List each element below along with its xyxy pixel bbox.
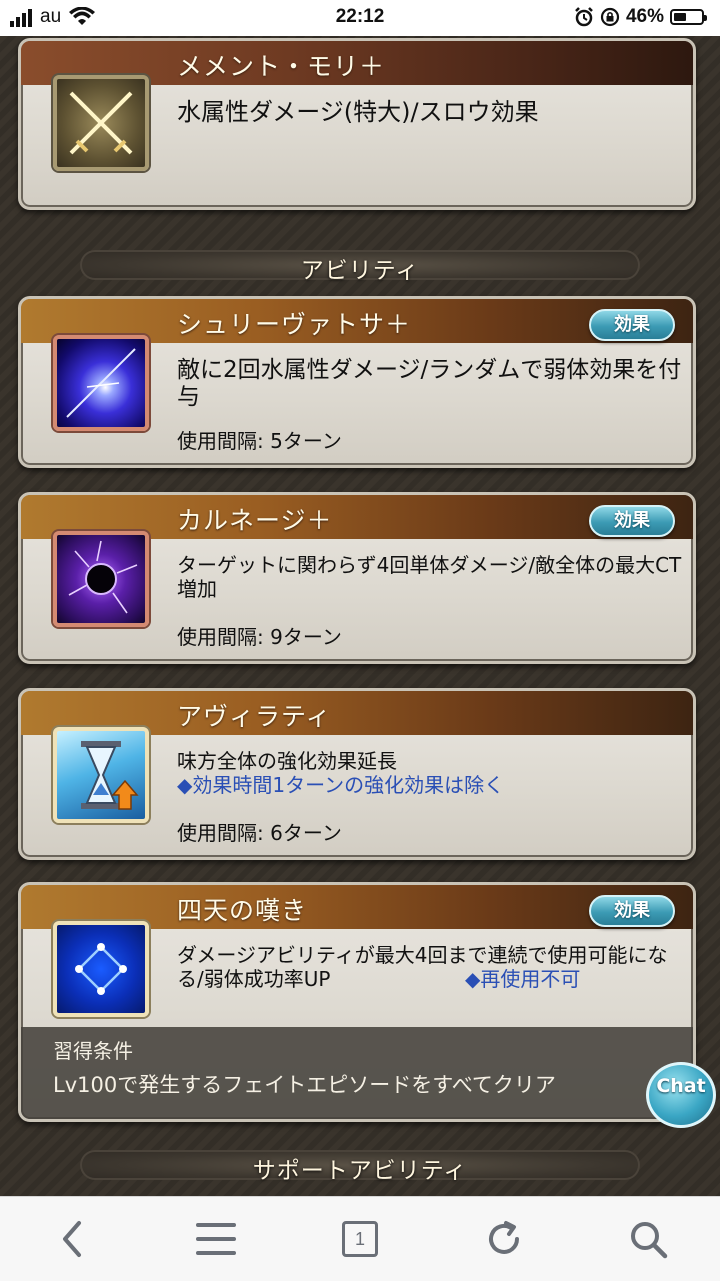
ability-4-name: 四天の嘆き [177,896,308,925]
ability-4-effect-button[interactable]: 効果 [589,895,675,927]
status-bar: au 22:12 46% [0,0,720,36]
search-icon[interactable] [626,1217,670,1261]
tab-count: 1 [342,1221,378,1257]
crossed-swords-icon [53,75,149,171]
weapon-name: メメント・モリ＋ [177,52,386,81]
water-flash-icon [53,335,149,431]
ability-1-effect-button[interactable]: 効果 [589,309,675,341]
chat-button[interactable]: Chat [646,1062,716,1128]
hourglass-up-icon [53,727,149,823]
ability-2-description: ターゲットに関わらず4回単体ダメージ/敵全体の最大CT増加 [177,553,682,601]
weapon-card: メメント・モリ＋ 水属性ダメージ(特大)/スロウ効果 [18,38,696,210]
reload-icon[interactable] [482,1217,526,1261]
weapon-description: 水属性ダメージ(特大)/スロウ効果 [177,98,539,126]
ability-3-interval: 使用間隔: 6ターン [177,821,342,845]
game-view: メメント・モリ＋ 水属性ダメージ(特大)/スロウ効果 アビリティ シュリーヴァト… [0,36,720,1196]
ability-3-description: 味方全体の強化効果延長 [177,749,397,773]
ability-2-effect-button[interactable]: 効果 [589,505,675,537]
ability-3-note: ◆効果時間1ターンの強化効果は除く [177,773,505,797]
chat-label: Chat [656,1075,706,1097]
section-abilities: アビリティ [80,250,640,284]
ability-card-4: 四天の嘆き 効果 ダメージアビリティが最大4回まで連続で使用可能になる/弱体成功… [18,882,696,1122]
section-support-abilities: サポートアビリティ [80,1150,640,1184]
constellation-icon [53,921,149,1017]
section-support-abilities-label: サポートアビリティ [252,1158,468,1184]
ability-card-2: カルネージ＋ 効果 ターゲットに関わらず4回単体ダメージ/敵全体の最大CT増加 … [18,492,696,664]
section-abilities-label: アビリティ [300,258,420,284]
ability-4-note: ◆再使用不可 [465,967,581,991]
ability-card-1: シュリーヴァトサ＋ 効果 敵に2回水属性ダメージ/ランダムで弱体効果を付与 使用… [18,296,696,468]
ability-card-3: アヴィラティ 味方全体の強化効果延長 ◆効果時間1ターンの強化効果は除く 使用間… [18,688,696,860]
rotation-lock-icon [600,7,620,27]
acquire-conditions: 習得条件 Lv100で発生するフェイトエピソードをすべてクリア [21,1027,693,1119]
acquire-conditions-text: Lv100で発生するフェイトエピソードをすべてクリア [53,1073,556,1097]
tabs-button[interactable]: 1 [338,1217,382,1261]
ability-1-description: 敵に2回水属性ダメージ/ランダムで弱体効果を付与 [177,357,682,410]
dark-orb-icon [53,531,149,627]
battery-percent: 46% [625,6,664,27]
browser-toolbar: 1 [0,1196,720,1281]
battery-icon [670,9,707,25]
menu-icon[interactable] [194,1217,238,1261]
ability-2-interval: 使用間隔: 9ターン [177,625,342,649]
chevron-left-icon[interactable] [50,1217,94,1261]
ability-1-name: シュリーヴァトサ＋ [177,310,412,339]
status-right: 46% [574,6,707,28]
ability-1-interval: 使用間隔: 5ターン [177,429,342,453]
alarm-icon [575,7,593,27]
acquire-conditions-title: 習得条件 [53,1039,133,1063]
ability-2-name: カルネージ＋ [177,506,333,535]
ability-3-name: アヴィラティ [177,702,332,731]
